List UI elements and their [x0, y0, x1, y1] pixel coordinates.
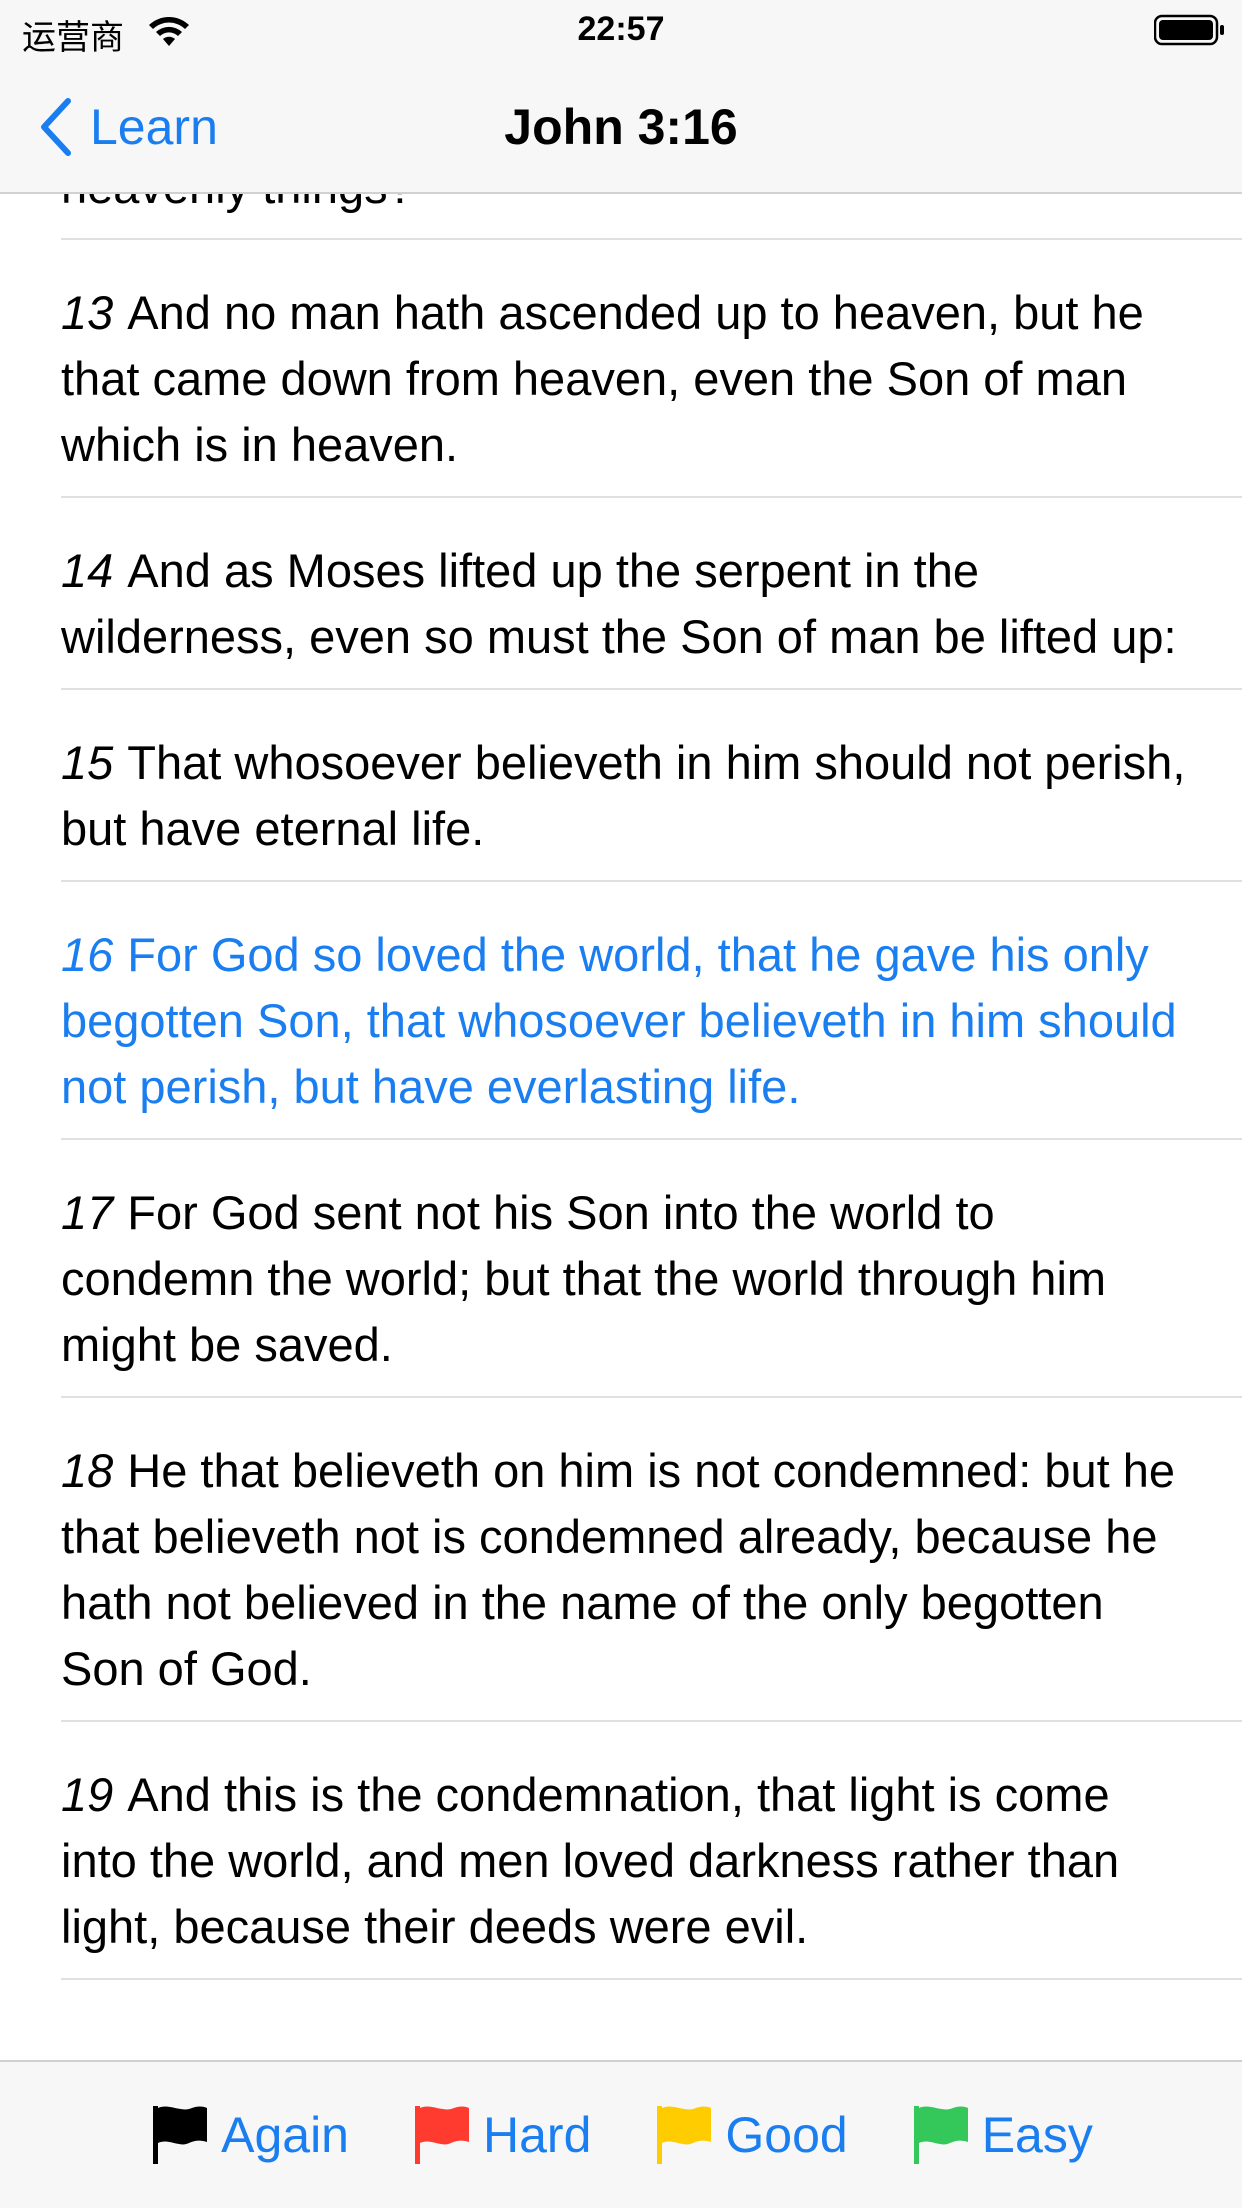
hard-button[interactable]: Hard — [411, 2104, 591, 2166]
verse[interactable]: 14 And as Moses lifted up the serpent in … — [61, 498, 1242, 690]
verse-number: 18 — [61, 1444, 114, 1497]
again-button[interactable]: Again — [149, 2104, 349, 2166]
verse-number: 19 — [61, 1768, 114, 1821]
verse-text: For God so loved the world, that he gave… — [61, 928, 1177, 1113]
verse-number: 14 — [61, 544, 114, 597]
verse-number: 16 — [61, 928, 114, 981]
verse-text: For God sent not his Son into the world … — [61, 1186, 1107, 1371]
verse[interactable]: 17 For God sent not his Son into the worl… — [61, 1140, 1242, 1398]
verse[interactable]: 18 He that believeth on him is not condem… — [61, 1398, 1242, 1722]
good-button[interactable]: Good — [653, 2104, 848, 2166]
battery-icon — [1154, 14, 1224, 46]
verse-number: 15 — [61, 736, 114, 789]
rating-toolbar: Again Hard Good Easy — [0, 2060, 1242, 2208]
verse-number: 17 — [61, 1186, 114, 1239]
flag-icon — [415, 2106, 469, 2164]
verse-text: He that believeth on him is not condemne… — [61, 1444, 1176, 1695]
navigation-bar: Learn John 3:16 — [0, 62, 1242, 194]
flag-icon — [657, 2106, 712, 2164]
verse-text: And this is the condemnation, that light… — [61, 1768, 1120, 1953]
status-bar: 运营商 22:57 — [0, 0, 1242, 62]
clock: 22:57 — [577, 10, 665, 48]
rating-label: Again — [221, 2107, 349, 2163]
verse[interactable]: 15 That whosoever believeth in him should… — [61, 690, 1242, 882]
verse[interactable]: heavenly things? — [61, 194, 1242, 240]
verse-text: heavenly things? — [61, 194, 414, 213]
verse-number: 13 — [61, 286, 114, 339]
verse-text: And no man hath ascended up to heaven, b… — [61, 286, 1144, 471]
verse[interactable]: 19 And this is the condemnation, that lig… — [61, 1722, 1242, 1980]
verse[interactable]: 13 And no man hath ascended up to heaven,… — [61, 240, 1242, 498]
rating-label: Good — [725, 2107, 848, 2163]
rating-label: Hard — [483, 2107, 592, 2163]
easy-button[interactable]: Easy — [910, 2104, 1093, 2166]
verse-list[interactable]: heavenly things? 13And no man hath ascend… — [0, 194, 1242, 2060]
page-title: John 3:16 — [504, 99, 738, 155]
verse-text: That whosoever believeth in him should n… — [61, 736, 1186, 855]
rating-label: Easy — [981, 2107, 1093, 2163]
flag-icon — [913, 2106, 968, 2164]
verse-text: And as Moses lifted up the serpent in th… — [61, 544, 1177, 663]
flag-icon — [153, 2106, 208, 2164]
verse-active[interactable]: 16 For God so loved the world, that he ga… — [61, 882, 1242, 1140]
